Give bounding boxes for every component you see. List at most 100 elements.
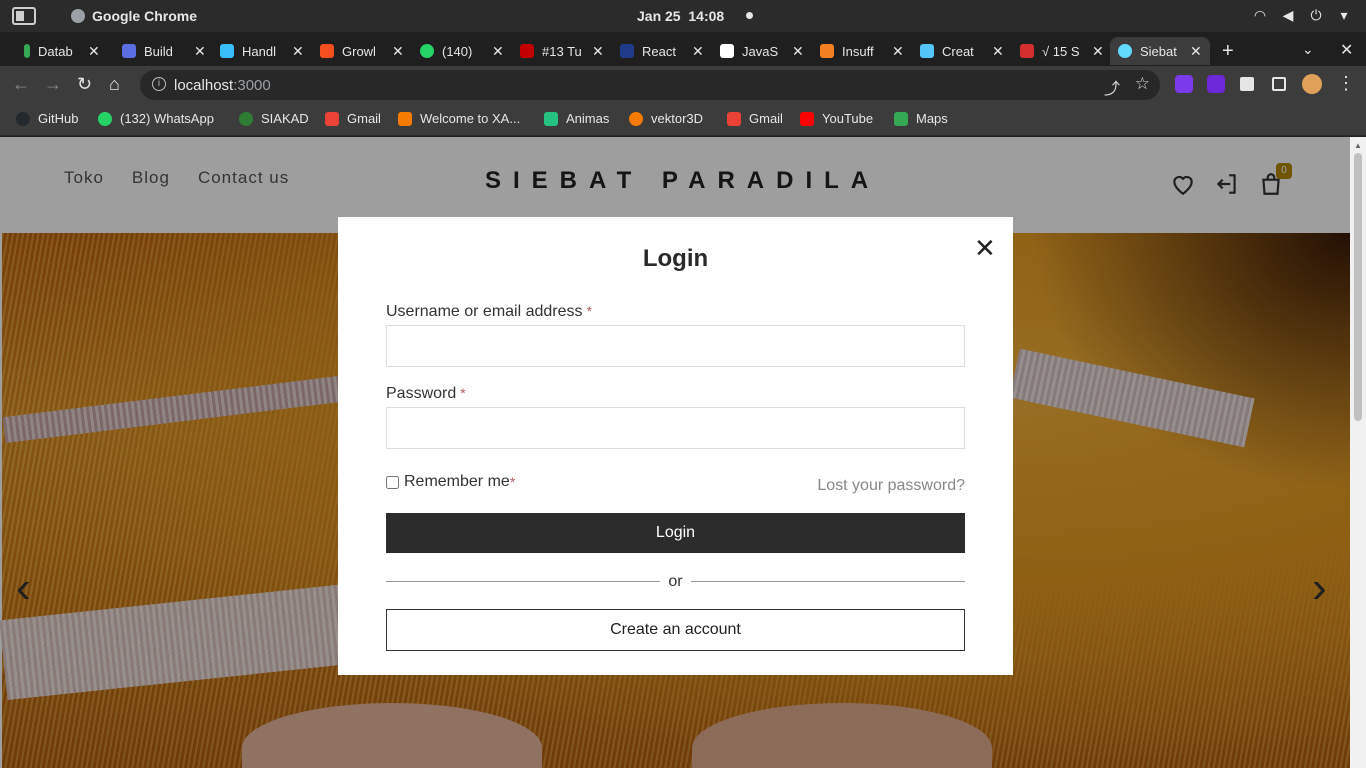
activities-icon[interactable] — [12, 7, 36, 25]
back-arrow-icon[interactable]: ← — [12, 74, 30, 95]
gmail-icon — [325, 111, 339, 126]
new-tab-plus-icon[interactable]: + — [1222, 40, 1234, 63]
tab-close-icon[interactable]: ✕ — [892, 43, 904, 60]
whatsapp-icon — [98, 111, 112, 126]
site-info-icon[interactable]: i — [152, 77, 166, 91]
or-divider: or — [386, 573, 965, 590]
bookmark-item[interactable]: Welcome to XA... — [398, 111, 520, 126]
bookmark-item[interactable]: vektor3D — [629, 111, 703, 126]
tab[interactable]: Insuff ✕ — [820, 37, 904, 65]
tab[interactable]: Creat ✕ — [920, 37, 1004, 65]
reload-icon[interactable]: ↻ — [77, 74, 92, 95]
url-text[interactable]: localhost:3000 — [174, 77, 271, 94]
create-account-button[interactable]: Create an account — [386, 609, 965, 651]
login-modal: ✕ Login Username or email address * Passw… — [338, 217, 1013, 675]
bookmark-item[interactable]: Maps — [894, 111, 948, 126]
volume-icon[interactable]: ◀ — [1280, 7, 1296, 24]
gmail-icon — [727, 111, 741, 126]
tab-close-icon[interactable]: ✕ — [992, 43, 1004, 60]
system-tray[interactable]: ◠ ◀ ⏻ ▾ — [1252, 7, 1352, 24]
scrollbar-thumb[interactable] — [1354, 153, 1362, 421]
tab[interactable]: Growl ✕ — [320, 37, 404, 65]
animas-icon — [544, 111, 558, 126]
scroll-up-arrow-icon[interactable]: ▲ — [1354, 141, 1362, 150]
tab-close-icon[interactable]: ✕ — [592, 43, 604, 60]
tab[interactable]: Handl ✕ — [220, 37, 304, 65]
bookmark-item[interactable]: Gmail — [727, 111, 783, 126]
tab[interactable]: Build ✕ — [122, 37, 206, 65]
tab-close-icon[interactable]: ✕ — [692, 43, 704, 60]
tray-menu-chevron-icon[interactable]: ▾ — [1336, 7, 1352, 24]
tab-favicon-icon — [520, 44, 534, 58]
login-button[interactable]: Login — [386, 513, 965, 553]
password-field[interactable] — [386, 407, 965, 449]
bookmark-item[interactable]: SIAKAD — [239, 111, 309, 126]
tab[interactable]: #13 Tu ✕ — [520, 37, 604, 65]
home-icon[interactable]: ⌂ — [109, 74, 120, 95]
bookmarks-bar: GitHub (132) WhatsApp SIAKAD Gmail Welco… — [0, 102, 1366, 136]
page-scrollbar[interactable]: ▲ — [1350, 137, 1366, 768]
youtube-icon — [800, 111, 814, 126]
tab[interactable]: Datab ✕ — [24, 37, 100, 65]
tab-close-icon[interactable]: ✕ — [194, 43, 206, 60]
github-icon — [16, 111, 30, 126]
remember-me-checkbox[interactable] — [386, 475, 399, 489]
tab-close-icon[interactable]: ✕ — [492, 43, 504, 60]
vektor3d-icon — [629, 111, 643, 126]
tab-favicon-icon — [1020, 44, 1034, 58]
tab[interactable]: √ 15 S ✕ — [1020, 37, 1104, 65]
address-bar[interactable]: i localhost:3000 ⤴ ☆ — [140, 70, 1160, 100]
bookmark-item[interactable]: (132) WhatsApp — [98, 111, 214, 126]
tab-close-icon[interactable]: ✕ — [1190, 43, 1202, 60]
lost-password-link[interactable]: Lost your password? — [817, 477, 965, 495]
bookmark-item[interactable]: YouTube — [800, 111, 873, 126]
tab-favicon-icon — [220, 44, 234, 58]
tab[interactable]: JavaS ✕ — [720, 37, 804, 65]
window-close-icon[interactable]: ✕ — [1340, 40, 1353, 60]
bookmark-item[interactable]: GitHub — [16, 111, 78, 126]
tab-favicon-icon — [720, 44, 734, 58]
tab-active[interactable]: Siebat ✕ — [1110, 37, 1210, 65]
download-extension-icon[interactable] — [1207, 75, 1225, 93]
maps-icon — [894, 111, 908, 126]
chrome-app-icon — [71, 9, 85, 23]
tab-favicon-icon — [122, 44, 136, 58]
tab-close-icon[interactable]: ✕ — [1092, 43, 1104, 60]
power-icon[interactable]: ⏻ — [1308, 7, 1324, 24]
side-panel-icon[interactable] — [1272, 77, 1286, 91]
app-name[interactable]: Google Chrome — [92, 8, 197, 24]
tab-search-chevron-icon[interactable]: ⌄ — [1302, 41, 1314, 58]
password-label: Password * — [386, 385, 466, 402]
tab-favicon-icon — [620, 44, 634, 58]
tab-close-icon[interactable]: ✕ — [88, 43, 100, 60]
tab-favicon-icon — [820, 44, 834, 58]
tab-close-icon[interactable]: ✕ — [292, 43, 304, 60]
username-label: Username or email address * — [386, 303, 592, 320]
tab-close-icon[interactable]: ✕ — [392, 43, 404, 60]
tab-favicon-icon — [920, 44, 934, 58]
bookmark-item[interactable]: Gmail — [325, 111, 381, 126]
tab-favicon-icon — [1118, 44, 1132, 58]
clock[interactable]: Jan 25 14:08 — [637, 8, 724, 24]
login-title: Login — [642, 245, 709, 272]
remember-me[interactable]: Remember me * — [386, 473, 515, 491]
wifi-icon[interactable]: ◠ — [1252, 7, 1268, 24]
bookmark-item[interactable]: Animas — [544, 111, 609, 126]
tab-favicon-icon — [24, 44, 30, 58]
tab[interactable]: React ✕ — [620, 37, 704, 65]
kebab-menu-icon[interactable]: ⋮ — [1337, 73, 1355, 94]
username-field[interactable] — [386, 325, 965, 367]
tab-close-icon[interactable]: ✕ — [792, 43, 804, 60]
tab-favicon-icon — [420, 44, 434, 58]
page-viewport: Toko Blog Contact us SIEBAT PARADILA 0 ‹… — [0, 137, 1366, 768]
profile-avatar[interactable] — [1302, 74, 1322, 94]
tab-favicon-icon — [320, 44, 334, 58]
bookmark-star-icon[interactable]: ☆ — [1135, 74, 1150, 94]
extension-icon[interactable] — [1175, 75, 1193, 93]
browser-toolbar: ← → ↻ ⌂ i localhost:3000 ⤴ ☆ ⋮ — [0, 66, 1366, 102]
forward-arrow-icon[interactable]: → — [44, 74, 62, 95]
os-top-bar: Google Chrome Jan 25 14:08 ◠ ◀ ⏻ ▾ — [0, 0, 1366, 32]
puzzle-extensions-icon[interactable] — [1240, 77, 1254, 91]
tab[interactable]: (140) ✕ — [420, 37, 504, 65]
share-icon[interactable]: ⤴ — [1104, 75, 1120, 99]
